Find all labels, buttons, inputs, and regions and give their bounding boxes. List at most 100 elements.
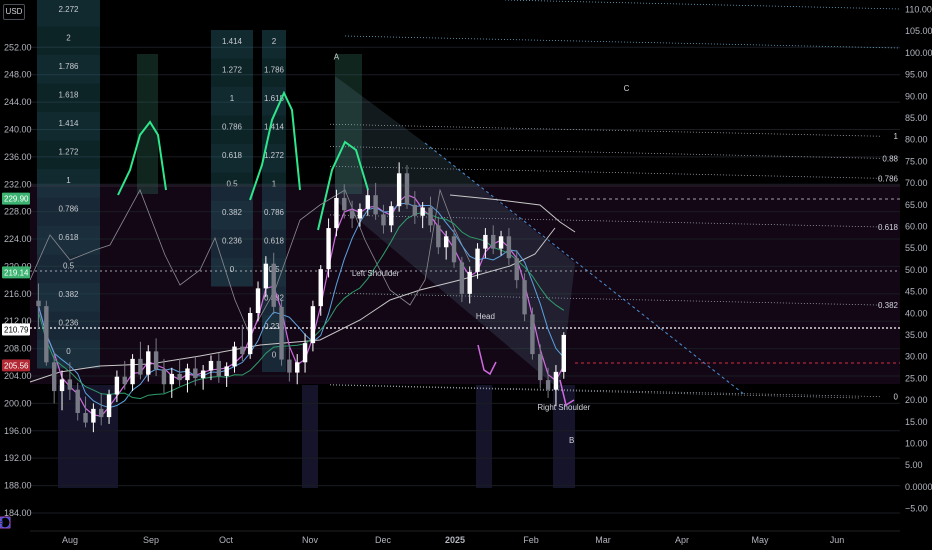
right-axis-tick: 60.00 [905, 222, 928, 232]
candle-body [373, 195, 378, 215]
candle-body [185, 368, 190, 381]
candle-body [106, 394, 112, 418]
candle-body [334, 197, 339, 229]
right-axis-tick: 70.00 [905, 178, 928, 188]
candle-body [161, 369, 167, 385]
candle-body [138, 358, 143, 375]
left-axis-tick: 188.00 [4, 481, 32, 491]
candle-body [216, 360, 222, 377]
candle-body [538, 354, 543, 381]
fib-box-1-label: 0.5 [63, 262, 75, 271]
right-axis-tick: 25.00 [905, 373, 928, 383]
price-tag-label: 210.79 [4, 326, 29, 335]
candle-body [467, 271, 472, 294]
right-axis-tick: 40.00 [905, 308, 928, 318]
candle-body [365, 195, 370, 209]
fib-box-3-label: 1.272 [264, 151, 285, 160]
price-tag-label: 219.14 [4, 268, 29, 277]
fib-box-1-label: 2.272 [58, 5, 79, 14]
candle-body [232, 346, 237, 367]
fib-box-2-label: 0.618 [222, 151, 243, 160]
fib-box-2-label: 0.382 [222, 208, 243, 217]
candle-body [36, 300, 41, 307]
candle-body [67, 379, 73, 390]
candle-body [59, 379, 65, 392]
candle-body [193, 368, 198, 379]
candle-body [99, 408, 104, 418]
price-tag-label: 205.56 [4, 361, 29, 370]
event-marker-letter: E [0, 519, 3, 528]
fib-box-1-label: 1.414 [58, 119, 79, 128]
candle-body [224, 366, 229, 377]
right-axis-tick: 30.00 [905, 352, 928, 362]
fib-box-3-label: 0 [272, 351, 277, 360]
fib-box-2-label: 0 [230, 265, 235, 274]
candle-body [530, 314, 535, 355]
candle-body [114, 376, 120, 395]
fib-box-2-label: 0.5 [226, 180, 238, 189]
candle-body [396, 173, 402, 207]
candle-body [75, 389, 80, 413]
candle-body [247, 313, 253, 355]
candle-body [263, 263, 269, 289]
right-axis-tick: 0.0000 [905, 482, 932, 492]
candle-body [561, 334, 566, 372]
annotation-label: B [569, 436, 574, 445]
left-axis-tick: 232.00 [4, 179, 32, 189]
candle-body [177, 373, 182, 381]
candle-body [420, 207, 425, 216]
candle-body [436, 225, 441, 248]
fib-box-2-label: 1 [230, 94, 235, 103]
fib-box-2-label: 0.236 [222, 237, 243, 246]
fib-box-3-label: 1.786 [264, 66, 285, 75]
right-axis-tick: 80.00 [905, 135, 928, 145]
fib-box-1-label: 1 [66, 176, 71, 185]
left-axis-tick: 244.00 [4, 97, 32, 107]
right-axis-tick: 35.00 [905, 330, 928, 340]
right-axis-tick: 20.00 [905, 395, 928, 405]
right-axis-tick: 90.00 [905, 91, 928, 101]
right-axis-tick: 5.00 [905, 460, 923, 470]
currency-button[interactable]: USD [3, 4, 25, 20]
candle-body [51, 362, 57, 392]
candle-body [271, 263, 276, 307]
candle-body [44, 306, 49, 363]
right-axis-tick: 65.00 [905, 200, 928, 210]
annotation-label: A [334, 53, 340, 62]
candle-body [279, 306, 284, 360]
fib-box-3-label: 2 [272, 37, 277, 46]
fib-box-1-label: 0.618 [58, 233, 79, 242]
fib-box-3-label: 1.414 [264, 123, 285, 132]
x-axis-tick: Mar [595, 535, 611, 545]
right-axis-tick: 105.00 [905, 26, 932, 36]
x-axis-tick: Feb [523, 535, 539, 545]
chart-canvas[interactable]: 2.272 2 1.786 1.618 1.414 1.272 1 0.786 0.618 0.5… [0, 0, 932, 550]
fib-box-1-label: 1.786 [58, 62, 79, 71]
candle-body [146, 351, 151, 375]
right-axis-tick: 45.00 [905, 287, 928, 297]
candle-body [522, 280, 527, 315]
left-axis-tick: 196.00 [4, 426, 32, 436]
left-axis-tick: 224.00 [4, 234, 32, 244]
right-axis-tick: 75.00 [905, 156, 928, 166]
candle-body [318, 269, 323, 307]
x-axis-tick: Aug [62, 535, 78, 545]
candle-body [514, 258, 519, 281]
candle-body [240, 346, 245, 355]
fib-box-2-label: 1.414 [222, 37, 243, 46]
candle-body [169, 373, 174, 385]
right-axis-tick: 50.00 [905, 265, 928, 275]
fib-box-1-label: 1.272 [58, 148, 79, 157]
candle-body [428, 207, 433, 226]
candle-body [506, 236, 512, 259]
left-axis-tick: 248.00 [4, 70, 32, 80]
right-axis-tick: 95.00 [905, 70, 928, 80]
candle-body [357, 208, 363, 219]
right-axis-tick: 85.00 [905, 113, 928, 123]
candle-body [491, 234, 496, 249]
candle-body [451, 236, 457, 263]
annotation-label: Right Shoulder [537, 403, 590, 412]
x-axis-tick: May [751, 535, 769, 545]
fib-box-1-label: 0 [66, 347, 71, 356]
candle-body [412, 204, 418, 216]
